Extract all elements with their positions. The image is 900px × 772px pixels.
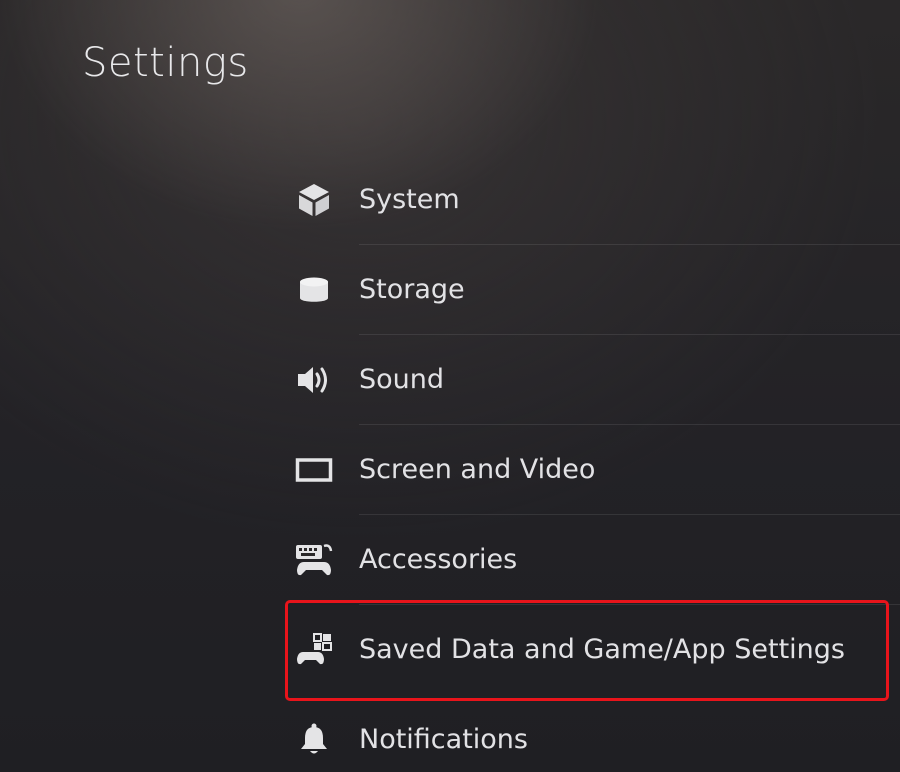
menu-item-saved-data-and-game-app-settings[interactable]: Saved Data and Game/App Settings <box>0 605 900 695</box>
menu-item-sound[interactable]: Sound <box>0 335 900 425</box>
keyboard-controller-icon <box>294 541 334 579</box>
speaker-icon <box>294 361 334 399</box>
menu-item-label: Notifications <box>359 724 528 755</box>
menu-item-notifications[interactable]: Notifications <box>0 695 900 772</box>
screen-icon <box>294 451 334 489</box>
menu-item-label: System <box>359 184 460 215</box>
controller-grid-icon <box>294 631 334 669</box>
menu-item-label: Storage <box>359 274 465 305</box>
cube-icon <box>294 181 334 219</box>
menu-item-label: Saved Data and Game/App Settings <box>359 634 845 665</box>
menu-item-screen-and-video[interactable]: Screen and Video <box>0 425 900 515</box>
menu-item-storage[interactable]: Storage <box>0 245 900 335</box>
menu-item-system[interactable]: System <box>0 155 900 245</box>
storage-cylinder-icon <box>294 271 334 309</box>
menu-item-label: Sound <box>359 364 445 395</box>
menu-item-label: Accessories <box>359 544 518 575</box>
menu-item-label: Screen and Video <box>359 454 596 485</box>
bell-icon <box>294 721 334 759</box>
page-title: Settings <box>82 40 249 86</box>
menu-item-accessories[interactable]: Accessories <box>0 515 900 605</box>
